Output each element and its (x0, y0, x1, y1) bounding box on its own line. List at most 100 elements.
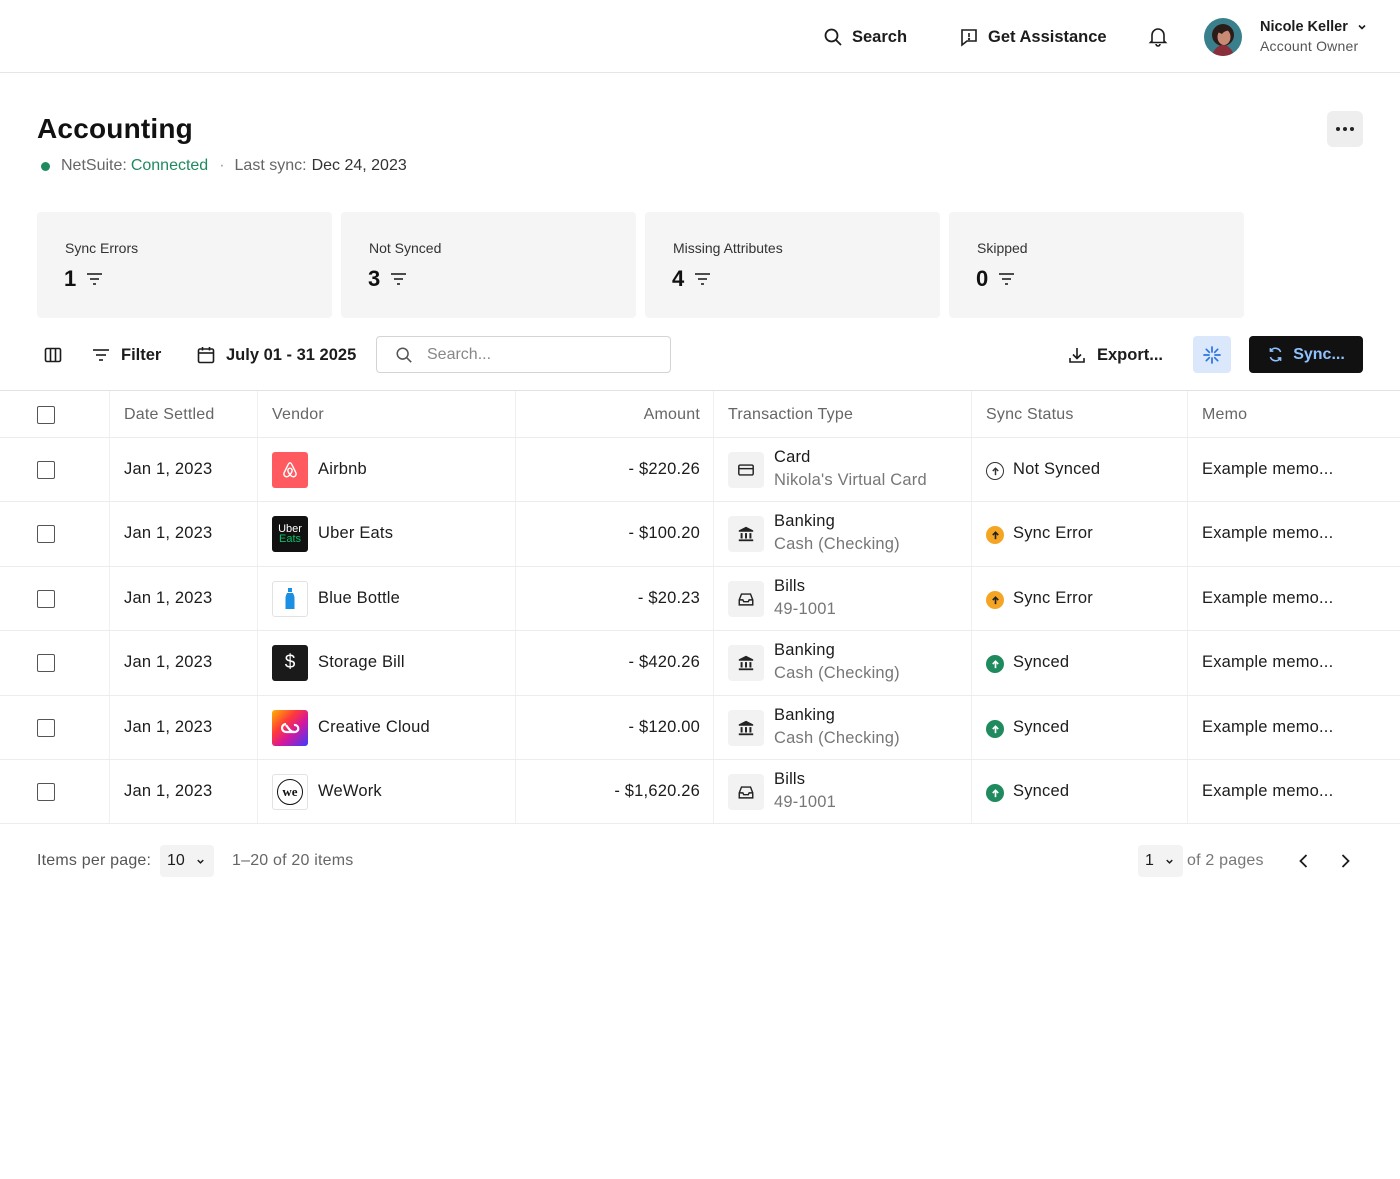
chevron-down-icon (197, 859, 204, 864)
not-synced-icon (986, 462, 1004, 480)
stat-card-not-synced[interactable]: Not Synced 3 (341, 212, 636, 318)
column-header-sync-status[interactable]: Sync Status (986, 406, 1074, 424)
bell-icon[interactable] (1147, 25, 1169, 47)
column-header-vendor[interactable]: Vendor (272, 406, 324, 424)
column-header-transaction-type[interactable]: Transaction Type (728, 406, 853, 424)
row-checkbox[interactable] (37, 783, 55, 801)
export-label: Export... (1097, 345, 1164, 364)
calendar-icon (197, 347, 215, 364)
top-bar: Search Get Assistance Nicole Keller Acco… (0, 0, 1400, 73)
table-row[interactable]: Jan 1, 2023 Uber Eats Uber Eats - $100.2… (0, 501, 1400, 566)
row-checkbox[interactable] (37, 719, 55, 737)
next-page-icon[interactable] (1335, 851, 1355, 871)
transaction-account: 49-1001 (774, 793, 836, 811)
transaction-type: Bills (774, 577, 806, 595)
filter-lines-icon (391, 273, 407, 285)
row-checkbox[interactable] (37, 461, 55, 479)
bank-icon (728, 645, 764, 681)
sync-status: Synced (1013, 718, 1070, 736)
ai-assist-button[interactable] (1193, 336, 1231, 373)
row-checkbox[interactable] (37, 654, 55, 672)
sync-status: Synced (1013, 782, 1070, 800)
memo-cell: Example memo... (1202, 718, 1334, 736)
stat-label: Not Synced (369, 240, 442, 256)
sparkle-icon (1203, 345, 1221, 364)
table-row[interactable]: Jan 1, 2023 Creative Cloud - $120.00 Ban… (0, 695, 1400, 760)
table-search-input[interactable] (427, 345, 647, 364)
get-assistance-button[interactable]: Get Assistance (959, 24, 1107, 50)
user-menu[interactable]: Nicole Keller (1260, 19, 1368, 35)
wework-logo: we (272, 774, 308, 810)
date-range-label: July 01 - 31 2025 (226, 345, 357, 364)
page-value: 1 (1145, 852, 1154, 869)
amount-cell: - $20.23 (637, 589, 700, 607)
transaction-account: Cash (Checking) (774, 729, 900, 747)
filter-button[interactable]: Filter (91, 342, 161, 368)
sync-error-icon (986, 591, 1004, 609)
filter-lines-icon (695, 273, 711, 285)
transaction-type: Bills (774, 770, 806, 788)
column-header-date[interactable]: Date Settled (124, 406, 214, 424)
vendor-name: Creative Cloud (318, 718, 430, 736)
bank-icon (728, 516, 764, 552)
amount-cell: - $120.00 (628, 718, 700, 736)
stat-card-skipped[interactable]: Skipped 0 (949, 212, 1244, 318)
transaction-type: Banking (774, 706, 836, 724)
connection-status: NetSuite: Connected · Last sync: Dec 24,… (41, 157, 407, 175)
table-search[interactable] (376, 336, 671, 373)
sync-error-icon (986, 526, 1004, 544)
date-range-picker[interactable]: July 01 - 31 2025 (196, 342, 356, 368)
items-per-page-value: 10 (167, 852, 185, 869)
vendor-name: Uber Eats (318, 524, 394, 542)
download-icon (1069, 348, 1085, 363)
integration-status: Connected (130, 157, 209, 174)
prev-page-icon[interactable] (1294, 851, 1314, 871)
export-button[interactable]: Export... (1067, 342, 1163, 368)
columns-icon (44, 347, 62, 363)
date-cell: Jan 1, 2023 (124, 653, 213, 671)
select-all-checkbox[interactable] (37, 406, 55, 424)
transaction-type: Card (774, 448, 811, 466)
amount-cell: - $1,620.26 (614, 782, 700, 800)
integration-name: NetSuite: (61, 157, 127, 174)
column-header-memo[interactable]: Memo (1202, 406, 1247, 424)
stat-value: 3 (368, 266, 381, 291)
total-pages: of 2 pages (1187, 852, 1264, 869)
table-row[interactable]: Jan 1, 2023 $ Storage Bill - $420.26 Ban… (0, 630, 1400, 695)
global-search-button[interactable]: Search (823, 24, 907, 50)
table-header: Date Settled Vendor Amount Transaction T… (0, 390, 1400, 438)
page-select[interactable]: 1 (1138, 845, 1183, 877)
table-row[interactable]: Jan 1, 2023 we WeWork - $1,620.26 Bills … (0, 759, 1400, 824)
sync-button[interactable]: Sync... (1249, 336, 1363, 373)
stat-value: 0 (976, 266, 989, 291)
last-sync-label: Last sync: (234, 157, 307, 174)
memo-cell: Example memo... (1202, 782, 1334, 800)
stat-card-sync-errors[interactable]: Sync Errors 1 (37, 212, 332, 318)
avatar-image (1204, 18, 1242, 56)
table-row[interactable]: Jan 1, 2023 Airbnb - $220.26 Card Nikola… (0, 437, 1400, 502)
chevron-down-icon (1166, 859, 1173, 864)
row-checkbox[interactable] (37, 590, 55, 608)
more-options-button[interactable] (1327, 111, 1363, 147)
avatar[interactable] (1204, 18, 1242, 56)
vendor-name: WeWork (318, 782, 382, 800)
table-row[interactable]: Jan 1, 2023 Blue Bottle - $20.23 Bills 4… (0, 566, 1400, 631)
vendor-name: Airbnb (318, 460, 367, 478)
assistance-icon (961, 29, 977, 47)
uber-eats-logo: Uber Eats (272, 516, 308, 552)
inbox-icon (728, 774, 764, 810)
row-checkbox[interactable] (37, 525, 55, 543)
transaction-account: Cash (Checking) (774, 535, 900, 553)
items-per-page-select[interactable]: 10 (160, 845, 214, 877)
airbnb-logo (272, 452, 308, 488)
columns-toggle-button[interactable] (43, 342, 63, 368)
more-horizontal-icon (1336, 127, 1354, 131)
column-header-amount[interactable]: Amount (644, 406, 700, 424)
transaction-type: Banking (774, 512, 836, 530)
filter-label: Filter (121, 345, 162, 364)
sync-status: Synced (1013, 653, 1070, 671)
filter-lines-icon (87, 273, 103, 285)
stat-value: 4 (672, 266, 685, 291)
assistance-label: Get Assistance (988, 27, 1107, 46)
stat-card-missing-attributes[interactable]: Missing Attributes 4 (645, 212, 940, 318)
